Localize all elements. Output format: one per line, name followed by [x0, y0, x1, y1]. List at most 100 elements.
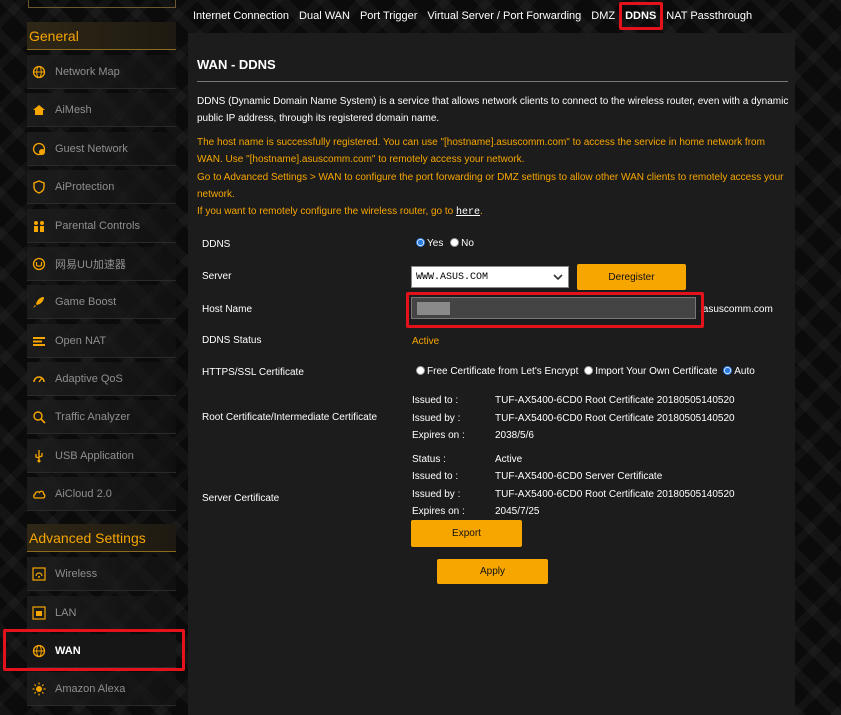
tab-virtual-server[interactable]: Virtual Server / Port Forwarding — [422, 0, 586, 32]
wan-globe-icon — [31, 643, 47, 659]
server-select-value: WWW.ASUS.COM — [416, 271, 489, 283]
chevron-down-icon — [551, 270, 565, 284]
sidebar-item-label: USB Application — [55, 449, 134, 462]
guest-network-icon — [31, 141, 47, 157]
root-cert-key-1: Issued by : — [412, 413, 461, 424]
gauge-icon — [31, 371, 47, 387]
tab-nat-passthrough[interactable]: NAT Passthrough — [661, 0, 757, 32]
home-mesh-icon — [31, 102, 47, 118]
sidebar-item-amazon-alexa[interactable]: Amazon Alexa — [27, 672, 176, 706]
sidebar-item-label: LAN — [55, 606, 77, 619]
apply-button[interactable]: Apply — [437, 559, 548, 584]
hostname-input[interactable] — [411, 297, 696, 319]
sidebar-item-label: Game Boost — [55, 295, 117, 308]
rocket-icon — [31, 294, 47, 310]
usb-icon — [31, 448, 47, 464]
cert-import-radio[interactable] — [584, 366, 594, 375]
wireless-icon — [31, 566, 47, 582]
sidebar-item-lan[interactable]: LAN — [27, 596, 176, 630]
tab-internet-connection[interactable]: Internet Connection — [188, 0, 294, 32]
sidebar-item-label: AiMesh — [55, 103, 92, 116]
remote-config-link[interactable]: here — [456, 207, 480, 218]
sidebar-item-wan[interactable]: WAN — [27, 634, 176, 668]
deregister-button[interactable]: Deregister — [577, 264, 686, 290]
server-cert-value-3: 2045/7/25 — [495, 506, 540, 517]
sidebar-item-aiprotection[interactable]: AiProtection — [27, 170, 176, 204]
https-cert-label: HTTPS/SSL Certificate — [202, 367, 304, 378]
sidebar-item-label: Wireless — [55, 567, 98, 580]
tab-bar: Internet Connection Dual WAN Port Trigge… — [188, 0, 841, 32]
sidebar-item-label: Traffic Analyzer — [55, 410, 131, 423]
cert-import-label: Import Your Own Certificate — [595, 366, 718, 377]
sidebar-item-guest-network[interactable]: Guest Network — [27, 132, 176, 166]
server-cert-value-0: Active — [495, 454, 523, 465]
sidebar-item-label: AiProtection — [55, 180, 115, 193]
root-cert-label: Root Certificate/Intermediate Certificat… — [202, 412, 378, 423]
ddns-no-label: No — [461, 238, 474, 249]
sidebar-item-uu-accelerator[interactable]: 网易UU加速器 — [27, 247, 176, 281]
sidebar-item-label: AiCloud 2.0 — [55, 487, 112, 500]
sidebar-item-wireless[interactable]: Wireless — [27, 557, 176, 591]
ddns-no-radio[interactable] — [450, 238, 460, 247]
ddns-status-label: DDNS Status — [202, 335, 262, 346]
sidebar-item-label: Open NAT — [55, 334, 107, 347]
page-title: WAN - DDNS — [197, 57, 276, 72]
lan-icon — [31, 605, 47, 621]
hostname-label: Host Name — [202, 304, 253, 315]
ddns-radio-group: Yes No — [416, 238, 474, 249]
globe-icon — [31, 64, 47, 80]
ddns-description: DDNS (Dynamic Domain Name System) is a s… — [197, 96, 789, 124]
server-cert-key-0: Status : — [412, 454, 446, 465]
sidebar-item-game-boost[interactable]: Game Boost — [27, 285, 176, 319]
sidebar: General Network Map AiMesh Guest Network… — [0, 0, 188, 715]
sidebar-item-adaptive-qos[interactable]: Adaptive QoS — [27, 362, 176, 396]
sidebar-item-label: Parental Controls — [55, 219, 140, 232]
tab-port-trigger[interactable]: Port Trigger — [355, 0, 422, 32]
cert-free-radio[interactable] — [416, 366, 425, 375]
server-cert-value-2: TUF-AX5400-6CD0 Root Certificate 2018050… — [495, 489, 735, 500]
notice-line-1: The host name is successfully registered… — [197, 137, 765, 166]
server-cert-label: Server Certificate — [202, 493, 280, 504]
tab-ddns[interactable]: DDNS — [620, 0, 661, 32]
advanced-settings-header: Advanced Settings — [27, 524, 176, 552]
main-panel: WAN - DDNS DDNS (Dynamic Domain Name Sys… — [188, 33, 795, 715]
sidebar-item-label: Guest Network — [55, 142, 128, 155]
server-cert-key-3: Expires on : — [412, 506, 465, 517]
root-cert-value-0: TUF-AX5400-6CD0 Root Certificate 2018050… — [495, 395, 735, 406]
sidebar-item-aimesh[interactable]: AiMesh — [27, 93, 176, 127]
sidebar-item-label: Amazon Alexa — [55, 682, 126, 695]
alexa-icon — [31, 681, 47, 697]
traffic-analyzer-icon — [31, 409, 47, 425]
sidebar-item-label: Network Map — [55, 65, 120, 78]
server-cert-key-1: Issued to : — [412, 471, 459, 482]
sidebar-item-label: Adaptive QoS — [55, 372, 123, 385]
open-nat-icon — [31, 333, 47, 349]
export-button[interactable]: Export — [411, 520, 522, 547]
ddns-label: DDNS — [202, 239, 231, 250]
sidebar-item-aicloud[interactable]: AiCloud 2.0 — [27, 477, 176, 511]
sidebar-item-label: WAN — [55, 644, 81, 657]
sidebar-item-usb-application[interactable]: USB Application — [27, 439, 176, 473]
general-header: General — [27, 22, 176, 50]
shield-icon — [31, 179, 47, 195]
cert-auto-label: Auto — [734, 366, 755, 377]
server-cert-key-2: Issued by : — [412, 489, 461, 500]
sidebar-item-label: 网易UU加速器 — [55, 258, 126, 271]
sidebar-item-parental-controls[interactable]: Parental Controls — [27, 209, 176, 243]
cert-free-label: Free Certificate from Let's Encrypt — [427, 366, 579, 377]
hostname-suffix: .asuscomm.com — [700, 304, 773, 315]
tab-dmz[interactable]: DMZ — [586, 0, 620, 32]
ddns-yes-label: Yes — [427, 238, 444, 249]
cloud-icon — [31, 486, 47, 502]
notice-line-3: If you want to remotely configure the wi… — [197, 203, 792, 221]
server-select[interactable]: WWW.ASUS.COM — [411, 266, 569, 288]
sidebar-item-open-nat[interactable]: Open NAT — [27, 324, 176, 358]
root-cert-key-0: Issued to : — [412, 395, 459, 406]
sidebar-item-network-map[interactable]: Network Map — [27, 55, 176, 89]
root-cert-value-1: TUF-AX5400-6CD0 Root Certificate 2018050… — [495, 413, 735, 424]
root-cert-value-2: 2038/5/6 — [495, 430, 534, 441]
ddns-yes-radio[interactable] — [416, 238, 425, 247]
tab-dual-wan[interactable]: Dual WAN — [294, 0, 355, 32]
sidebar-item-traffic-analyzer[interactable]: Traffic Analyzer — [27, 400, 176, 434]
cert-auto-radio[interactable] — [723, 366, 733, 375]
